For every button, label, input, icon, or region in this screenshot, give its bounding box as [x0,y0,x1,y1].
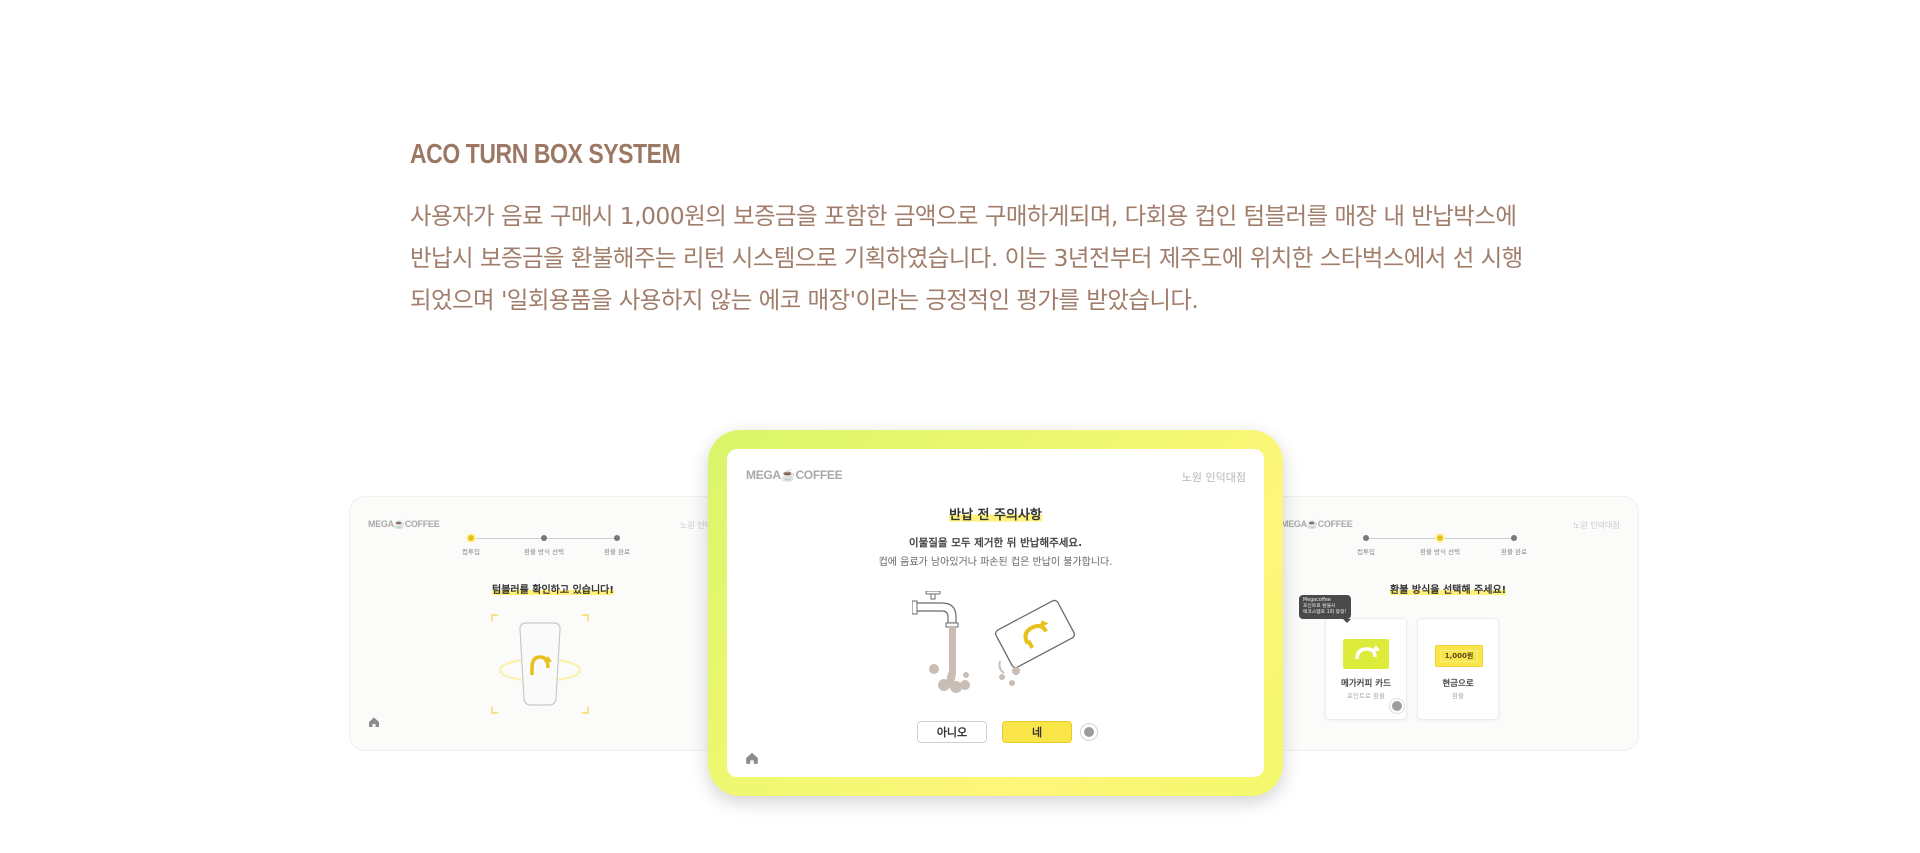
right-tablet-screen: MEGA☕COFFEE 노원 인덕대점 컵투입 환불 방식 선택 환불 완료 환… [1262,496,1639,751]
option-subtitle: 환불 [1452,692,1464,700]
screen-heading: 반납 전 주의사항 [727,504,1264,523]
step-dot [468,535,474,541]
step-label: 환불 완료 [1501,548,1527,556]
step-label: 환불 완료 [604,548,630,556]
indicator-dot-icon [1080,723,1098,741]
heading-text: 텀블러를 확인하고 있습니다! [492,585,614,596]
mega-card-icon [1343,639,1389,669]
step-dot [1437,535,1443,541]
pouring-cup-icon [994,599,1076,686]
step-dot [1363,535,1369,541]
no-button[interactable]: 아니오 [917,721,987,743]
left-tablet-screen: MEGA☕COFFEE 노원 인덕대점 컵투입 환불 방식 선택 환불 완료 텀… [349,496,726,751]
return-illustration [911,590,1082,699]
refund-option-card[interactable]: 1,000원 현금으로 환불 [1417,618,1499,720]
screen-heading: 환불 방식을 선택해 주세요! [1390,581,1507,596]
section-description: 사용자가 음료 구매시 1,000원의 보증금을 포함한 금액으로 구매하게되며… [410,195,1530,321]
instruction-secondary: 컵에 음료가 남아있거나 파손된 컵은 반납이 불가합니다. [878,557,1113,568]
instruction-primary: 이물질을 모두 제거한 뒤 반납해주세요. [908,537,1083,549]
progress-steps: 컵투입 환불 방식 선택 환불 완료 [1357,534,1527,556]
store-name: 노원 인덕대점 [1573,521,1620,530]
home-icon[interactable] [745,751,759,765]
cash-amount: 1,000원 [1440,650,1478,662]
step-dot [1511,535,1517,541]
yes-button[interactable]: 네 [1002,721,1072,743]
brand-logo: MEGA☕COFFEE [1281,519,1353,529]
step-label: 컵투입 [462,548,480,556]
tumbler-icon [490,613,590,723]
brand-logo: MEGA☕COFFEE [746,468,843,482]
screen-heading: 텀블러를 확인하고 있습니다! [492,581,614,596]
radio-indicator-icon [1390,699,1404,713]
description-line: 되었으며 '일회용품을 사용하지 않는 에코 매장'이라는 긍정적인 평가를 받… [410,286,1199,314]
cash-icon: 1,000원 [1435,645,1483,667]
option-title: 메가커피 카드 [1341,679,1391,689]
store-name: 노원 인덕대점 [1181,471,1246,484]
tooltip-line: 에코스탬프 1회 증정! [1303,610,1347,615]
step-label: 환불 방식 선택 [523,548,565,556]
section-title: ACO TURN BOX SYSTEM [410,138,681,169]
tooltip: Megacoffee 포인트로 환불시 에코스탬프 1회 증정! [1299,595,1351,623]
step-label: 컵투입 [1357,548,1375,556]
heading-text: 반납 전 주의사항 [949,508,1042,523]
option-title: 현금으로 [1442,679,1474,689]
step-dot [541,535,547,541]
description-line: 사용자가 음료 구매시 1,000원의 보증금을 포함한 금액으로 구매하게되며… [410,202,1517,230]
step-label: 환불 방식 선택 [1419,548,1461,556]
refund-option-card[interactable]: 메가커피 카드 포인트로 환불 [1325,618,1407,720]
brand-logo: MEGA☕COFFEE [368,519,440,529]
home-icon[interactable] [368,716,380,728]
description-line: 반납시 보증금을 환불해주는 리턴 시스템으로 기획하였습니다. 이는 3년전부… [410,244,1523,272]
progress-steps: 컵투입 환불 방식 선택 환불 완료 [462,534,630,556]
main-screen: MEGA☕COFFEE 노원 인덕대점 반납 전 주의사항 이물질을 모두 제거… [727,449,1264,777]
step-dot [614,535,620,541]
heading-text: 환불 방식을 선택해 주세요! [1390,585,1507,596]
main-tablet: MEGA☕COFFEE 노원 인덕대점 반납 전 주의사항 이물질을 모두 제거… [708,430,1283,796]
